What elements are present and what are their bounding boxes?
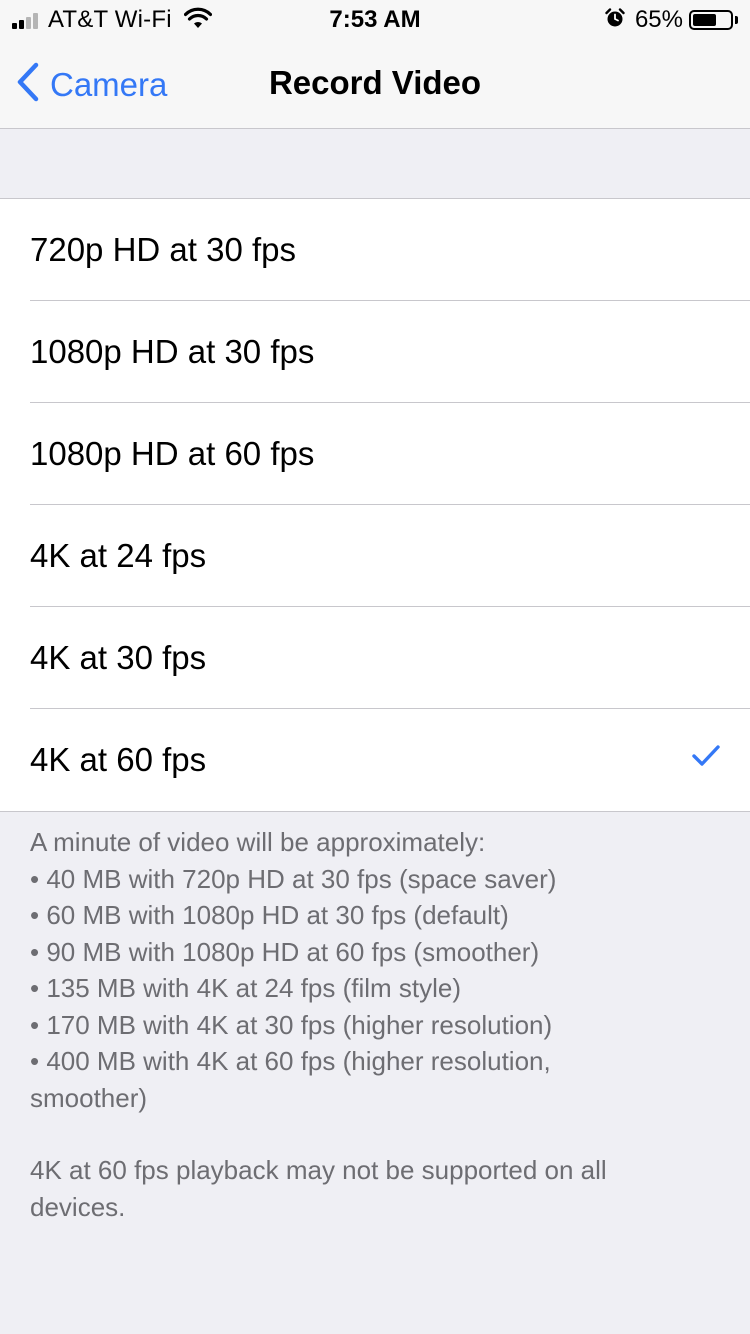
navigation-bar: Camera Record Video: [0, 40, 750, 129]
battery-percent: 65%: [634, 6, 683, 33]
option-label: 720p HD at 30 fps: [30, 231, 296, 268]
option-4k-30[interactable]: 4K at 30 fps: [0, 607, 750, 709]
option-4k-24[interactable]: 4K at 24 fps: [0, 505, 750, 607]
footer-line: • 90 MB with 1080p HD at 60 fps (smoothe…: [30, 936, 540, 967]
option-1080p-30[interactable]: 1080p HD at 30 fps: [0, 301, 750, 403]
status-right: 65%: [605, 6, 738, 34]
option-4k-60[interactable]: 4K at 60 fps: [0, 709, 750, 811]
option-label: 1080p HD at 60 fps: [30, 435, 315, 472]
footer-line: • 135 MB with 4K at 24 fps (film style): [30, 973, 462, 1003]
footer-line: • 170 MB with 4K at 30 fps (higher resol…: [30, 1009, 553, 1040]
footer-gap: [30, 1116, 630, 1152]
video-format-list: 720p HD at 30 fps 1080p HD at 30 fps 108…: [0, 198, 750, 812]
size-info-footer: A minute of video will be approximately:…: [30, 824, 630, 1225]
battery-icon: [689, 10, 733, 30]
option-label: 1080p HD at 30 fps: [30, 333, 315, 370]
option-label: 4K at 24 fps: [30, 537, 207, 574]
option-label: 4K at 30 fps: [30, 639, 207, 676]
battery-nub: [735, 16, 738, 24]
page-title: Record Video: [268, 64, 482, 101]
status-bar: AT&T Wi-Fi 7:53 AM 65%: [0, 0, 750, 40]
option-720p-30[interactable]: 720p HD at 30 fps: [0, 199, 750, 301]
footer-line: • 60 MB with 1080p HD at 30 fps (default…: [30, 900, 509, 930]
footer-line: • 40 MB with 720p HD at 30 fps (space sa…: [30, 863, 557, 894]
battery-fill: [693, 14, 716, 26]
option-1080p-60[interactable]: 1080p HD at 60 fps: [0, 403, 750, 505]
alarm-icon: [605, 7, 625, 33]
checkmark-icon: [692, 745, 720, 772]
footer-line: • 400 MB with 4K at 60 fps (higher resol…: [30, 1046, 551, 1113]
footer-note: 4K at 60 fps playback may not be support…: [30, 1155, 607, 1222]
option-label: 4K at 60 fps: [30, 741, 207, 778]
footer-intro: A minute of video will be approximately:: [30, 827, 486, 857]
